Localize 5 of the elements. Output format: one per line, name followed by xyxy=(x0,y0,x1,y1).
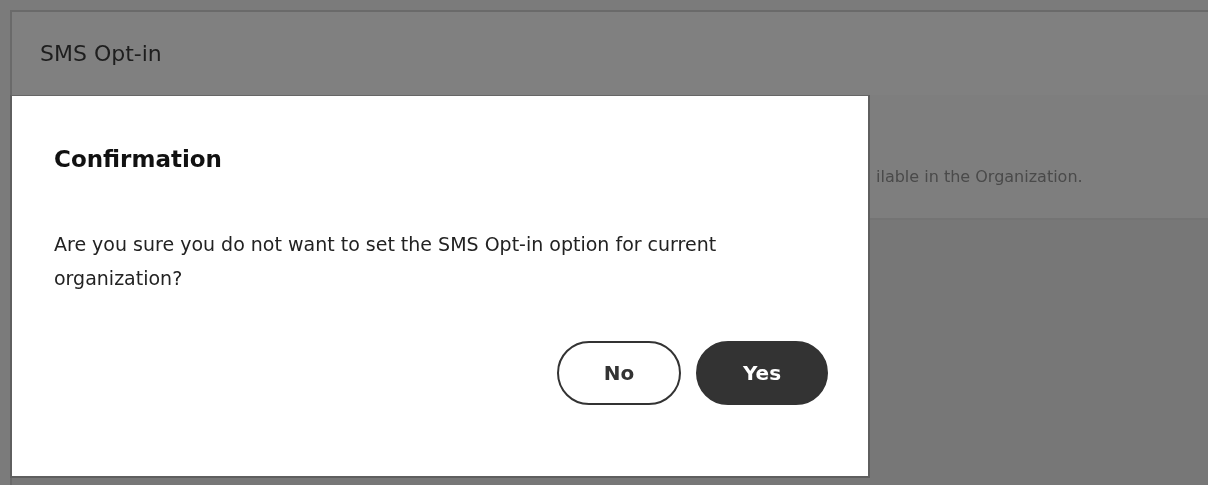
page-title: SMS Opt-in xyxy=(40,41,162,66)
confirm-button[interactable]: Yes xyxy=(696,341,828,405)
cancel-button[interactable]: No xyxy=(557,341,681,405)
dialog-title: Confirmation xyxy=(54,146,223,172)
dialog-message: Are you sure you do not want to set the SMS Opt-in option for current organization? xyxy=(54,232,718,291)
